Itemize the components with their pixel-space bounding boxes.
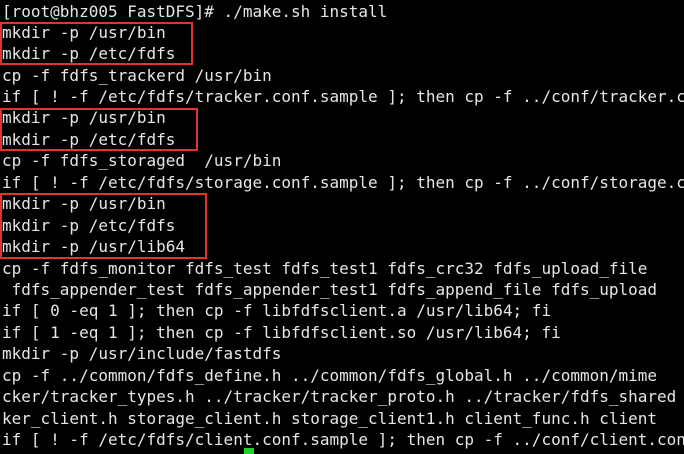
output-line: ker_client.h storage_client.h storage_cl…: [2, 409, 658, 428]
output-line: cp -f fdfs_monitor fdfs_test fdfs_test1 …: [2, 259, 648, 278]
output-line: mkdir -p /usr/lib64: [2, 237, 186, 256]
output-line: if [ 1 -eq 1 ]; then cp -f libfdfsclient…: [2, 323, 561, 342]
output-line: cp -f ../common/fdfs_define.h ../common/…: [2, 366, 658, 385]
output-line: if [ ! -f /etc/fdfs/client.conf.sample ]…: [2, 430, 684, 449]
output-line: mkdir -p /usr/bin: [2, 194, 166, 213]
output-line: if [ 0 -eq 1 ]; then cp -f libfdfsclient…: [2, 301, 552, 320]
output-line: cp -f fdfs_trackerd /usr/bin: [2, 66, 272, 85]
terminal-cursor: [244, 448, 254, 454]
output-line: mkdir -p /etc/fdfs: [2, 216, 176, 235]
output-line: fdfs_appender_test fdfs_appender_test1 f…: [2, 280, 658, 299]
output-line: mkdir -p /usr/include/fastdfs: [2, 344, 282, 363]
output-line: mkdir -p /usr/bin: [2, 23, 166, 42]
output-line: mkdir -p /etc/fdfs: [2, 130, 176, 149]
output-line: mkdir -p /etc/fdfs: [2, 44, 176, 63]
output-line: cker/tracker_types.h ../tracker/tracker_…: [2, 387, 677, 406]
output-line: if [ ! -f /etc/fdfs/tracker.conf.sample …: [2, 87, 684, 106]
output-line: mkdir -p /usr/bin: [2, 108, 166, 127]
terminal-window[interactable]: [root@bhz005 FastDFS]# ./make.sh install…: [0, 0, 684, 454]
prompt-line: [root@bhz005 FastDFS]# ./make.sh install: [2, 2, 388, 21]
output-line: cp -f fdfs_storaged /usr/bin: [2, 151, 282, 170]
output-line: if [ ! -f /etc/fdfs/storage.conf.sample …: [2, 173, 684, 192]
